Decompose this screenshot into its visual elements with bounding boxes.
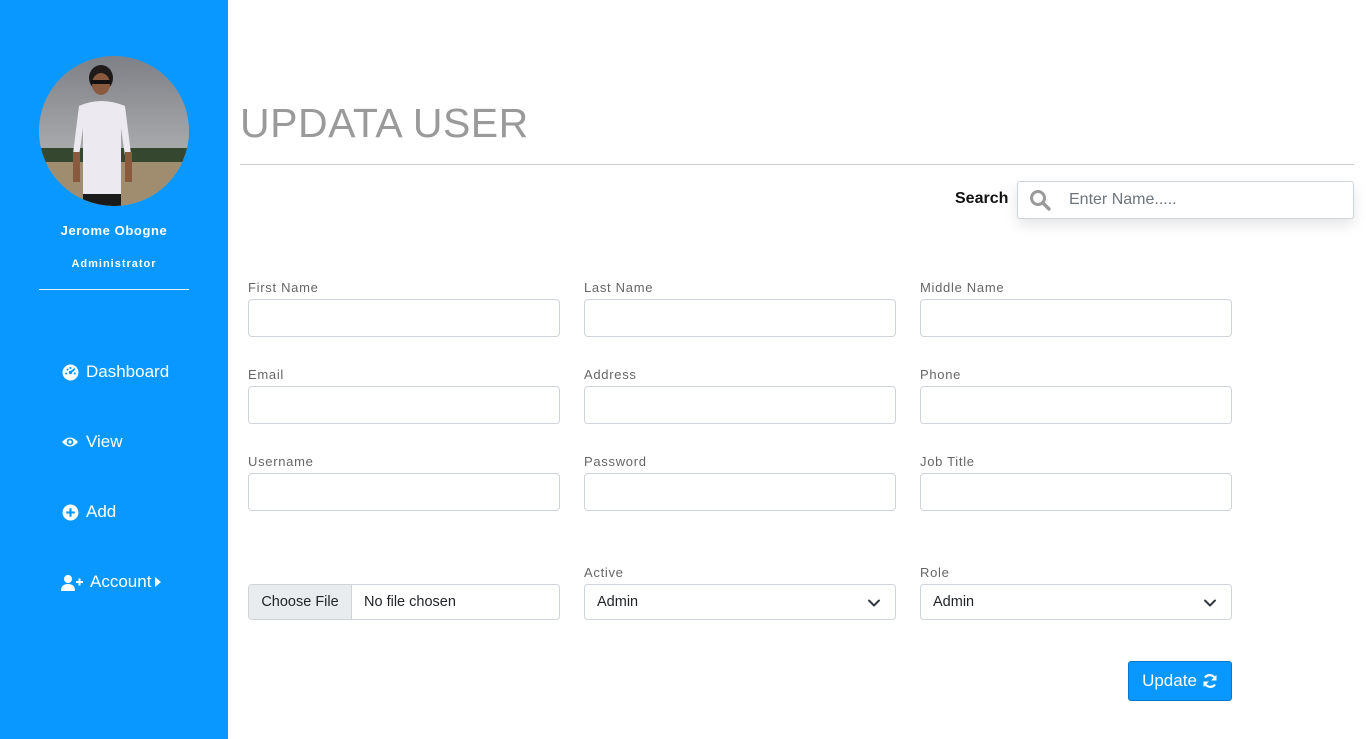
user-name: Jerome Obogne [60,223,168,238]
sidebar-item-account[interactable]: Account [61,570,162,594]
dashboard-icon [61,363,79,381]
user-role: Administrator [71,258,157,270]
sidebar-item-dashboard[interactable]: Dashboard [61,360,169,384]
active-select-value: Admin [597,594,639,610]
sidebar-item-label: Account [90,572,152,591]
role-select[interactable]: Admin [920,584,1232,620]
first-name-field[interactable] [248,299,560,337]
caret-right-icon [155,577,162,587]
user-plus-icon [61,573,83,591]
sidebar: Jerome Obogne Administrator Dashboard Vi… [0,0,228,739]
address-field[interactable] [584,386,896,424]
active-label: Active [584,565,624,580]
chevron-down-icon [867,596,881,610]
sidebar-item-label: View [86,432,123,451]
last-name-label: Last Name [584,280,654,295]
job-title-label: Job Title [920,454,975,469]
sidebar-item-view[interactable]: View [61,430,123,454]
file-status: No file chosen [364,594,456,610]
search-icon [1029,189,1051,211]
role-label: Role [920,565,950,580]
update-button[interactable]: Update [1128,661,1232,701]
sidebar-divider [39,289,189,290]
title-divider [240,164,1354,165]
job-title-field[interactable] [920,473,1232,511]
username-field[interactable] [248,473,560,511]
choose-file-button[interactable]: Choose File [249,585,352,619]
middle-name-field[interactable] [920,299,1232,337]
sidebar-item-add[interactable]: Add [61,500,116,524]
update-button-label: Update [1142,671,1197,690]
refresh-icon [1202,673,1218,689]
search-input[interactable] [1069,191,1329,209]
search-label: Search [955,190,1009,207]
eye-icon [61,433,79,451]
chevron-down-icon [1203,596,1217,610]
first-name-label: First Name [248,280,319,295]
middle-name-label: Middle Name [920,280,1005,295]
phone-label: Phone [920,367,962,382]
address-label: Address [584,367,637,382]
role-select-value: Admin [933,594,975,610]
plus-circle-icon [61,503,79,521]
active-select[interactable]: Admin [584,584,896,620]
page-title: UPDATA USER [240,100,529,146]
avatar [39,56,189,206]
password-label: Password [584,454,647,469]
password-field[interactable] [584,473,896,511]
email-label: Email [248,367,285,382]
phone-field[interactable] [920,386,1232,424]
last-name-field[interactable] [584,299,896,337]
email-field[interactable] [248,386,560,424]
sidebar-item-label: Dashboard [86,362,170,381]
sidebar-item-label: Add [86,502,117,521]
username-label: Username [248,454,314,469]
avatar-photo [39,56,189,206]
search-box[interactable] [1017,181,1354,219]
file-input[interactable]: Choose File No file chosen [248,584,560,620]
